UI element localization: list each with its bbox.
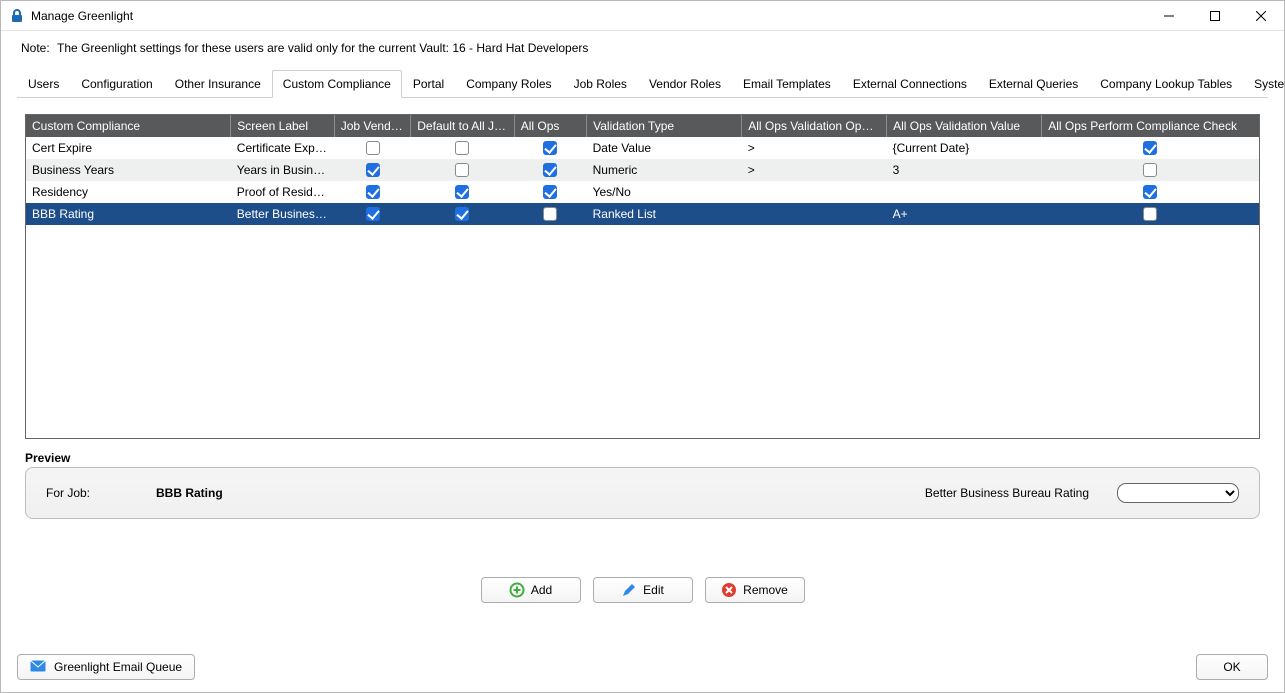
- minimize-button[interactable]: [1146, 1, 1192, 31]
- cell: >: [742, 137, 887, 159]
- add-button[interactable]: Add: [481, 577, 581, 603]
- cell: Business Years: [26, 159, 231, 181]
- note-row: Note: The Greenlight settings for these …: [1, 31, 1284, 69]
- tab-users[interactable]: Users: [17, 70, 70, 98]
- checkbox[interactable]: [543, 141, 557, 155]
- remove-icon: [721, 582, 737, 598]
- note-text: The Greenlight settings for these users …: [57, 41, 588, 55]
- cell: Cert Expire: [26, 137, 231, 159]
- tab-other-insurance[interactable]: Other Insurance: [164, 70, 272, 98]
- cell: {Current Date}: [887, 137, 1042, 159]
- cell: Residency: [26, 181, 231, 203]
- maximize-button[interactable]: [1192, 1, 1238, 31]
- edit-button[interactable]: Edit: [593, 577, 693, 603]
- table-row[interactable]: ResidencyProof of Residency Yes/No: [26, 181, 1259, 203]
- cell: Better Business B...: [231, 203, 334, 225]
- window-title: Manage Greenlight: [31, 9, 133, 23]
- preview-job-name: BBB Rating: [156, 486, 616, 500]
- tab-system-lookup-tables[interactable]: System Lookup Tables: [1243, 70, 1285, 98]
- cell: Certificate Expirati...: [231, 137, 334, 159]
- cell: 3: [887, 159, 1042, 181]
- remove-button[interactable]: Remove: [705, 577, 805, 603]
- footer: Greenlight Email Queue OK: [1, 644, 1284, 692]
- column-header[interactable]: All Ops: [514, 115, 586, 137]
- ok-button[interactable]: OK: [1196, 654, 1268, 680]
- checkbox[interactable]: [366, 163, 380, 177]
- checkbox[interactable]: [455, 207, 469, 221]
- ok-label: OK: [1223, 660, 1240, 674]
- tabs-container: UsersConfigurationOther InsuranceCustom …: [17, 69, 1268, 98]
- compliance-table-container: Custom ComplianceScreen LabelJob Vendors…: [25, 114, 1260, 439]
- checkbox[interactable]: [455, 141, 469, 155]
- tab-external-connections[interactable]: External Connections: [842, 70, 978, 98]
- email-queue-label: Greenlight Email Queue: [54, 660, 182, 674]
- tab-job-roles[interactable]: Job Roles: [563, 70, 638, 98]
- preview-box: For Job: BBB Rating Better Business Bure…: [25, 467, 1260, 519]
- mail-icon: [30, 660, 46, 675]
- checkbox[interactable]: [1143, 207, 1157, 221]
- checkbox[interactable]: [1143, 185, 1157, 199]
- checkbox[interactable]: [455, 185, 469, 199]
- cell: Numeric: [587, 159, 742, 181]
- tab-company-lookup-tables[interactable]: Company Lookup Tables: [1089, 70, 1243, 98]
- cell: [887, 181, 1042, 203]
- cell: >: [742, 159, 887, 181]
- tab-external-queries[interactable]: External Queries: [978, 70, 1089, 98]
- cell: BBB Rating: [26, 203, 231, 225]
- table-row[interactable]: BBB RatingBetter Business B... Ranked Lis…: [26, 203, 1259, 225]
- email-queue-button[interactable]: Greenlight Email Queue: [17, 654, 195, 680]
- checkbox[interactable]: [366, 141, 380, 155]
- cell: [742, 181, 887, 203]
- titlebar: Manage Greenlight: [1, 1, 1284, 31]
- edit-label: Edit: [643, 583, 664, 597]
- close-button[interactable]: [1238, 1, 1284, 31]
- add-label: Add: [531, 583, 552, 597]
- remove-label: Remove: [743, 583, 788, 597]
- checkbox[interactable]: [366, 185, 380, 199]
- note-label: Note:: [21, 41, 50, 55]
- checkbox[interactable]: [543, 185, 557, 199]
- tab-portal[interactable]: Portal: [402, 70, 455, 98]
- action-row: Add Edit Remove: [1, 577, 1284, 603]
- cell: A+: [887, 203, 1042, 225]
- column-header[interactable]: Default to All Jobs: [411, 115, 514, 137]
- tab-configuration[interactable]: Configuration: [70, 70, 163, 98]
- checkbox[interactable]: [1143, 141, 1157, 155]
- preview-rating-select[interactable]: [1117, 483, 1239, 503]
- column-header[interactable]: Custom Compliance: [26, 115, 231, 137]
- tab-company-roles[interactable]: Company Roles: [455, 70, 562, 98]
- tab-vendor-roles[interactable]: Vendor Roles: [638, 70, 732, 98]
- cell: Yes/No: [587, 181, 742, 203]
- table-row[interactable]: Business YearsYears in Business Numeric>3: [26, 159, 1259, 181]
- cell: Ranked List: [587, 203, 742, 225]
- column-header[interactable]: All Ops Validation Value: [887, 115, 1042, 137]
- column-header[interactable]: Job Vendors: [334, 115, 411, 137]
- plus-icon: [509, 582, 525, 598]
- tab-custom-compliance[interactable]: Custom Compliance: [272, 70, 402, 98]
- compliance-table[interactable]: Custom ComplianceScreen LabelJob Vendors…: [26, 115, 1259, 225]
- checkbox[interactable]: [455, 163, 469, 177]
- column-header[interactable]: All Ops Validation Operator: [742, 115, 887, 137]
- column-header[interactable]: Screen Label: [231, 115, 334, 137]
- preview-heading: Preview: [25, 451, 1260, 465]
- cell: Proof of Residency: [231, 181, 334, 203]
- preview-field-label: Better Business Bureau Rating: [925, 486, 1097, 500]
- tabs: UsersConfigurationOther InsuranceCustom …: [17, 69, 1268, 98]
- pencil-icon: [621, 582, 637, 598]
- cell: Years in Business: [231, 159, 334, 181]
- lock-icon: [9, 8, 25, 24]
- checkbox[interactable]: [366, 207, 380, 221]
- checkbox[interactable]: [543, 163, 557, 177]
- column-header[interactable]: All Ops Perform Compliance Check: [1042, 115, 1259, 137]
- checkbox[interactable]: [1143, 163, 1157, 177]
- column-header[interactable]: Validation Type: [587, 115, 742, 137]
- table-row[interactable]: Cert ExpireCertificate Expirati... Date V…: [26, 137, 1259, 159]
- checkbox[interactable]: [543, 207, 557, 221]
- cell: Date Value: [587, 137, 742, 159]
- tab-email-templates[interactable]: Email Templates: [732, 70, 842, 98]
- cell: [742, 203, 887, 225]
- preview-for-job-label: For Job:: [46, 486, 136, 500]
- window-root: Manage Greenlight Note: The Greenlight s…: [0, 0, 1285, 693]
